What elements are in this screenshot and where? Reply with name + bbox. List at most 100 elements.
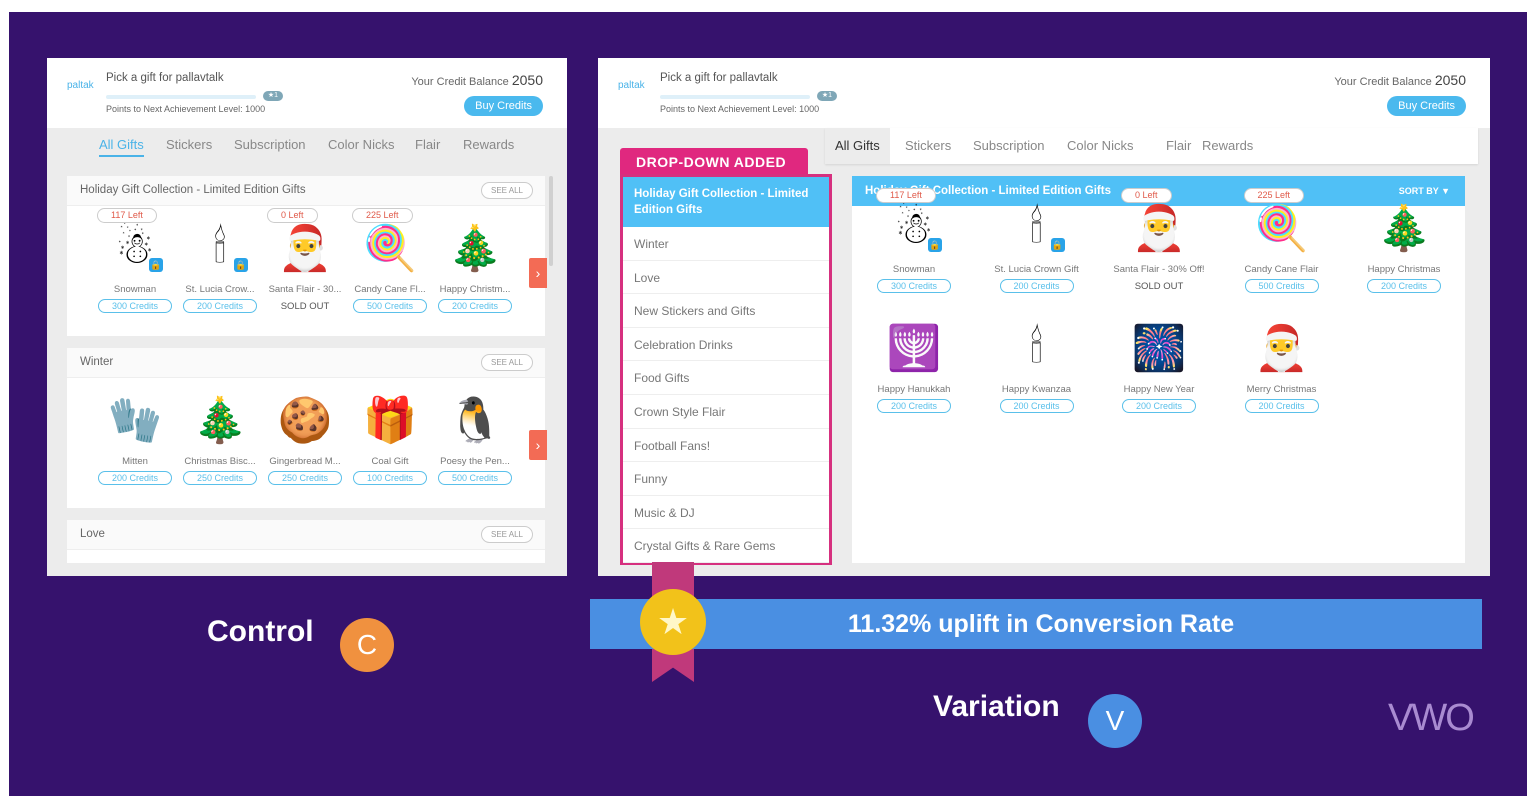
gift-name: Gingerbread M... — [269, 456, 341, 467]
stock-left-badge: 0 Left — [267, 208, 318, 223]
price-button[interactable]: 200 Credits — [999, 279, 1074, 293]
uplift-banner: 11.32% uplift in Conversion Rate — [590, 599, 1482, 649]
tab-subscription[interactable]: Subscription — [973, 138, 1045, 153]
tab-flair[interactable]: Flair — [1166, 138, 1191, 153]
tab-stickers[interactable]: Stickers — [166, 137, 212, 152]
credit-balance: Your Credit Balance 2050 — [1334, 72, 1466, 88]
price-button[interactable]: 100 Credits — [353, 471, 427, 485]
gift-item[interactable]: 225 Left 🍭 Candy Cane Fl... 500 Credits — [350, 206, 430, 336]
dropdown-item[interactable]: Music & DJ — [623, 496, 829, 530]
progress-bar — [660, 95, 810, 99]
scrollbar[interactable] — [549, 176, 553, 266]
price-button[interactable]: 200 Credits — [999, 399, 1074, 413]
gift-item[interactable]: 🧤 Mitten 200 Credits — [95, 378, 175, 508]
section-header: Love SEE ALL — [67, 520, 545, 550]
gift-icon: 🎁 — [362, 396, 418, 445]
gift-item[interactable]: 225 Left 🍭 Candy Cane Flair 500 Credits — [1242, 186, 1322, 306]
price-button[interactable]: 200 Credits — [438, 299, 512, 313]
gift-item[interactable]: 🎄 Christmas Bisc... 250 Credits — [180, 378, 260, 508]
gift-item[interactable]: 0 Left 🎅 Santa Flair - 30% Off! SOLD OUT — [1113, 186, 1205, 306]
buy-credits-button[interactable]: Buy Credits — [464, 96, 543, 116]
gift-item[interactable]: 🎅 Merry Christmas 200 Credits — [1242, 306, 1322, 426]
dropdown-item[interactable]: Love — [623, 261, 829, 295]
gift-item[interactable]: 🕯 🔒 St. Lucia Crow... 200 Credits — [180, 206, 260, 336]
gift-item[interactable]: 🎆 Happy New Year 200 Credits — [1119, 306, 1199, 426]
gift-icon: 🎄 — [447, 224, 503, 273]
tab-color-nicks[interactable]: Color Nicks — [1067, 138, 1133, 153]
tab-color-nicks[interactable]: Color Nicks — [328, 137, 394, 152]
price-button[interactable]: 500 Credits — [1244, 279, 1319, 293]
dropdown-selected-item[interactable]: Holiday Gift Collection - Limited Editio… — [623, 177, 829, 227]
price-button[interactable]: 300 Credits — [98, 299, 172, 313]
variation-screenshot: paltak Pick a gift for pallavtalk ★1 Poi… — [598, 58, 1490, 576]
tab-all-gifts[interactable]: All Gifts — [825, 128, 890, 164]
gift-item[interactable]: 🍪 Gingerbread M... 250 Credits — [265, 378, 345, 508]
price-button[interactable]: 500 Credits — [438, 471, 512, 485]
price-button[interactable]: 200 Credits — [1244, 399, 1319, 413]
gift-item[interactable]: 🎄 Happy Christmas 200 Credits — [1364, 186, 1444, 306]
gift-item[interactable]: 🎁 Coal Gift 100 Credits — [350, 378, 430, 508]
dropdown-item[interactable]: Celebration Drinks — [623, 328, 829, 362]
gift-name: Christmas Bisc... — [184, 456, 256, 467]
price-button[interactable]: 250 Credits — [183, 471, 257, 485]
price-button[interactable]: 250 Credits — [268, 471, 342, 485]
points-text: Points to Next Achievement Level: 1000 — [660, 104, 820, 114]
gift-icon: 🍪 — [277, 396, 333, 445]
see-all-button[interactable]: SEE ALL — [481, 182, 533, 199]
gift-section: Winter SEE ALL 🧤 Mitten 200 Credits 🎄 Christm… — [67, 348, 547, 508]
category-dropdown[interactable]: Holiday Gift Collection - Limited Editio… — [620, 174, 832, 565]
gift-item[interactable]: 🕯 Happy Kwanzaa 200 Credits — [997, 306, 1077, 426]
tab-flair[interactable]: Flair — [415, 137, 440, 152]
gift-name: Coal Gift — [371, 456, 409, 467]
dropdown-item[interactable]: Winter — [623, 227, 829, 261]
gift-icon: 🎄 — [192, 396, 248, 445]
gift-grid-panel: Holiday Gift Collection - Limited Editio… — [852, 176, 1465, 563]
see-all-button[interactable]: SEE ALL — [481, 354, 533, 371]
gift-item[interactable]: 🐧 Poesy the Pen... 500 Credits — [435, 378, 515, 508]
price-button[interactable]: 300 Credits — [877, 279, 951, 293]
tab-all-gifts[interactable]: All Gifts — [99, 137, 144, 157]
price-button[interactable]: 200 Credits — [98, 471, 172, 485]
price-button[interactable]: 200 Credits — [183, 299, 257, 313]
pick-gift-title: Pick a gift for pallavtalk — [106, 72, 224, 84]
next-arrow-icon[interactable]: › — [529, 258, 547, 288]
credit-value: 2050 — [1434, 72, 1466, 88]
tab-stickers[interactable]: Stickers — [905, 138, 951, 153]
price-button[interactable]: 200 Credits — [1122, 399, 1196, 413]
vwo-logo: VWO — [1388, 697, 1475, 739]
tab-subscription[interactable]: Subscription — [234, 137, 306, 152]
dropdown-item[interactable]: Crystal Gifts & Rare Gems — [623, 529, 829, 563]
gift-name: Candy Cane Flair — [1244, 264, 1319, 275]
gift-section: Holiday Gift Collection - Limited Editio… — [67, 176, 547, 336]
dropdown-item[interactable]: Football Fans! — [623, 429, 829, 463]
gift-item[interactable]: 🎄 Happy Christm... 200 Credits — [435, 206, 515, 336]
gift-icon: 🍭 — [1254, 204, 1309, 253]
control-label: Control — [207, 615, 314, 648]
price-button[interactable]: 200 Credits — [1367, 279, 1441, 293]
gift-item[interactable]: 🕯 🔒 St. Lucia Crown Gift 200 Credits — [994, 186, 1079, 306]
gift-name: Snowman — [113, 284, 157, 295]
dropdown-item[interactable]: Food Gifts — [623, 361, 829, 395]
credit-label: Your Credit Balance — [1334, 76, 1432, 88]
buy-credits-button[interactable]: Buy Credits — [1387, 96, 1466, 116]
gift-icon: 🧤 — [107, 396, 163, 445]
tab-rewards[interactable]: Rewards — [463, 137, 514, 152]
price-button[interactable]: 200 Credits — [877, 399, 951, 413]
gift-item[interactable]: 117 Left ☃ 🔒 Snowman 300 Credits — [95, 206, 175, 336]
credit-balance: Your Credit Balance 2050 — [411, 72, 543, 88]
dropdown-item[interactable]: Crown Style Flair — [623, 395, 829, 429]
price-button[interactable]: 500 Credits — [353, 299, 427, 313]
next-arrow-icon[interactable]: › — [529, 430, 547, 460]
gift-item[interactable]: 0 Left 🎅 Santa Flair - 30... SOLD OUT — [265, 206, 345, 336]
see-all-button[interactable]: SEE ALL — [481, 526, 533, 543]
tab-rewards[interactable]: Rewards — [1202, 138, 1253, 153]
gift-icon: 🍭 — [362, 224, 418, 273]
stock-left-badge: 0 Left — [1121, 188, 1172, 203]
gift-item[interactable]: 🕎 Happy Hanukkah 200 Credits — [874, 306, 954, 426]
section-header: Winter SEE ALL — [67, 348, 545, 378]
dropdown-item[interactable]: Funny — [623, 462, 829, 496]
gift-row: 117 Left ☃ 🔒 Snowman 300 Credits 🕯 🔒 St. Lucia … — [67, 206, 547, 336]
dropdown-item[interactable]: New Stickers and Gifts — [623, 294, 829, 328]
gift-item[interactable]: 117 Left ☃ 🔒 Snowman 300 Credits — [874, 186, 954, 306]
gift-name: Happy New Year — [1123, 384, 1195, 395]
